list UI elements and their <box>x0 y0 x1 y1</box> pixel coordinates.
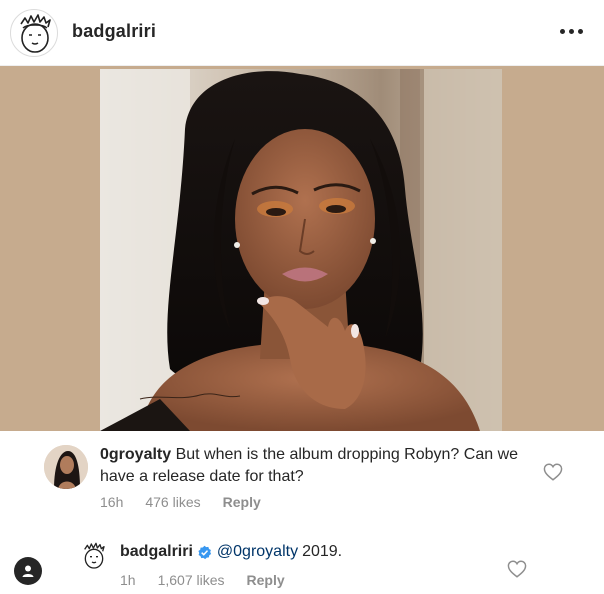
post-photo-area[interactable] <box>0 66 604 431</box>
instagram-post: badgalriri 0groyalty But when is the alb… <box>0 0 604 594</box>
reply-avatar[interactable] <box>78 540 110 572</box>
comment-likes[interactable]: 476 likes <box>145 494 200 510</box>
comment-username[interactable]: 0groyalty <box>100 446 171 463</box>
comment: 0groyalty But when is the album dropping… <box>0 431 604 521</box>
heart-icon <box>507 560 527 578</box>
reply-text: 2019. <box>302 543 343 560</box>
heart-icon <box>543 463 563 481</box>
doodle-face-icon <box>20 14 51 53</box>
commenter-avatar[interactable] <box>44 445 88 489</box>
avatar-photo <box>44 445 88 489</box>
comment-meta: 16h 476 likes Reply <box>100 494 261 510</box>
comment-reply: badgalriri @0groyalty 2019. 1h 1,607 lik… <box>0 533 604 594</box>
reply-button[interactable]: Reply <box>223 494 261 510</box>
post-photo[interactable] <box>100 69 502 431</box>
profile-avatar[interactable] <box>10 9 58 57</box>
profile-button[interactable] <box>14 557 42 585</box>
more-horizontal-icon <box>559 28 565 34</box>
like-reply-button[interactable] <box>507 560 527 578</box>
post-header: badgalriri <box>0 0 604 66</box>
portrait-photo <box>100 69 502 431</box>
verified-badge-icon <box>197 545 212 560</box>
reply-likes[interactable]: 1,607 likes <box>158 572 225 588</box>
doodle-face-icon <box>84 542 105 569</box>
reply-meta: 1h 1,607 likes Reply <box>120 572 285 588</box>
mention-link[interactable]: @0groyalty <box>217 541 298 563</box>
post-username[interactable]: badgalriri <box>72 21 156 42</box>
like-comment-button[interactable] <box>543 463 563 481</box>
reply-username[interactable]: badgalriri <box>120 541 193 563</box>
more-options-button[interactable] <box>554 18 588 44</box>
person-icon <box>22 565 34 577</box>
reply-button[interactable]: Reply <box>247 572 285 588</box>
comment-time: 16h <box>100 494 124 510</box>
reply-time: 1h <box>120 572 136 588</box>
